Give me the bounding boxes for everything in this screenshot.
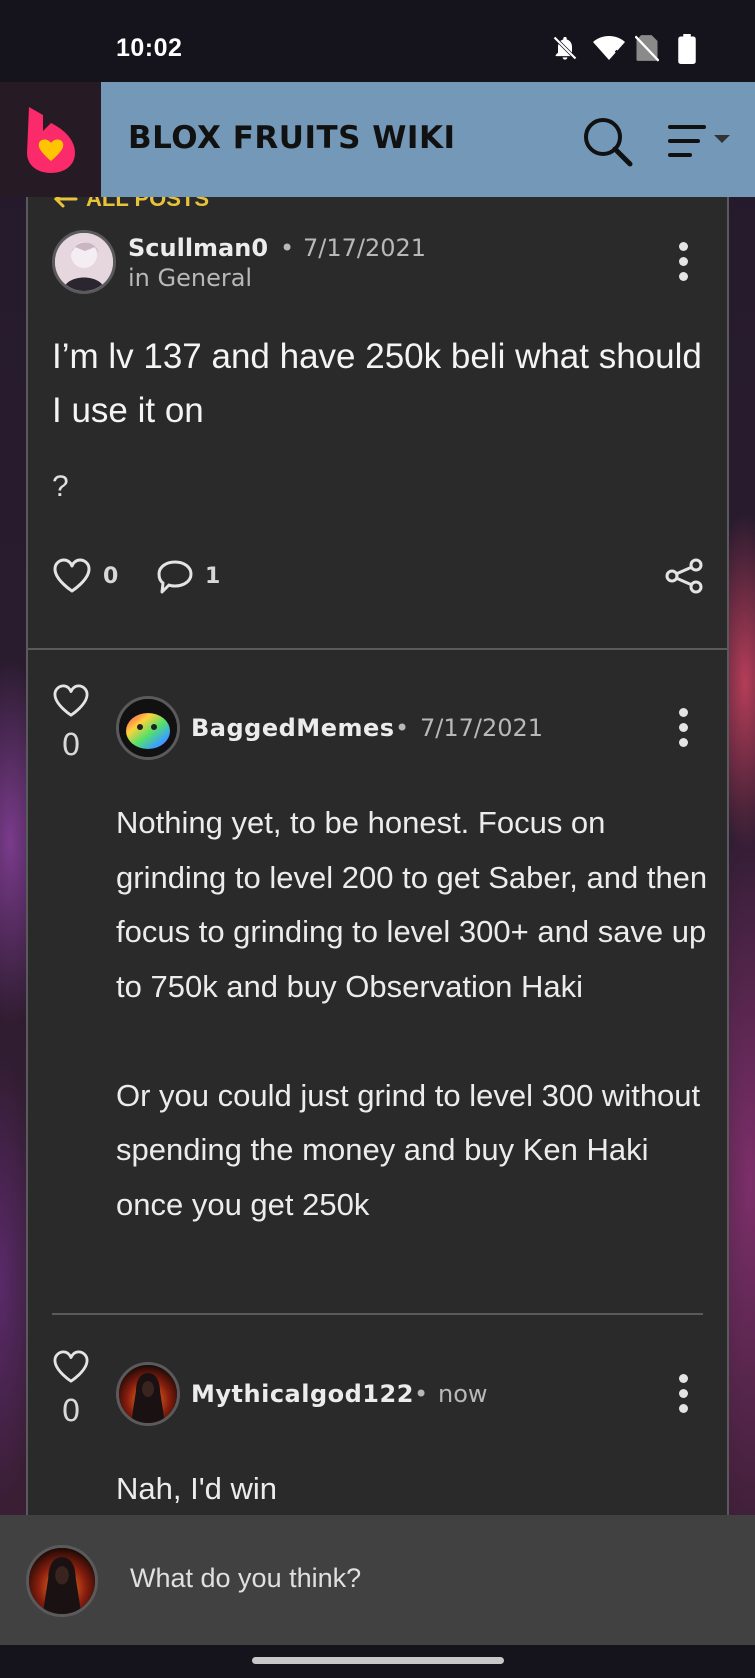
reply-vote-count: 0 — [61, 728, 81, 763]
reply-author[interactable]: Mythicalgod122 — [191, 1380, 414, 1408]
avatar[interactable] — [116, 696, 180, 760]
reply-author[interactable]: BaggedMemes — [191, 714, 395, 742]
post-date: 7/17/2021 — [303, 234, 427, 262]
avatar[interactable] — [52, 230, 116, 294]
meta-separator: • — [280, 234, 295, 262]
meta-separator: • — [395, 714, 410, 742]
reply-heart-icon[interactable] — [52, 684, 90, 722]
home-gesture-handle[interactable] — [252, 1657, 504, 1664]
status-icons — [551, 34, 705, 64]
reply-text: Nah, I'd win — [116, 1471, 277, 1506]
share-icon[interactable] — [664, 558, 704, 598]
wiki-title[interactable]: BLOX FRUITS WIKI — [128, 120, 456, 156]
avatar[interactable] — [116, 1362, 180, 1426]
avatar — [26, 1545, 98, 1617]
reply-vote-count: 0 — [61, 1394, 81, 1429]
fandom-logo[interactable] — [0, 82, 101, 197]
post-title: I’m lv 137 and have 250k beli what shoul… — [52, 337, 702, 430]
battery-icon — [677, 34, 705, 64]
reply-text: Nothing yet, to be honest. Focus on grin… — [116, 805, 708, 1222]
more-options-icon[interactable] — [676, 242, 690, 286]
menu-icon[interactable] — [666, 120, 736, 164]
post-author[interactable]: Scullman0 — [128, 234, 268, 262]
search-icon[interactable] — [582, 116, 634, 168]
wifi-icon — [593, 34, 625, 62]
reply-divider — [52, 1313, 703, 1315]
meta-separator: • — [414, 1380, 429, 1408]
post-body: ? — [52, 470, 69, 503]
fandom-logo-icon — [26, 106, 75, 173]
comment-composer[interactable]: What do you think? — [0, 1515, 755, 1645]
post-divider — [26, 648, 729, 650]
comment-count: 1 — [205, 564, 221, 589]
bell-off-icon — [551, 34, 579, 62]
more-options-icon[interactable] — [676, 708, 690, 752]
heart-icon[interactable] — [52, 558, 92, 598]
reply-heart-icon[interactable] — [52, 1350, 90, 1388]
status-time: 10:02 — [116, 34, 183, 62]
comment-icon[interactable] — [156, 558, 194, 600]
reply-date: now — [438, 1380, 488, 1408]
comment-input[interactable]: What do you think? — [130, 1563, 361, 1594]
wiki-header: BLOX FRUITS WIKI — [0, 82, 755, 197]
more-options-icon[interactable] — [676, 1374, 690, 1418]
status-bar: 10:02 — [0, 0, 755, 82]
reply-date: 7/17/2021 — [420, 714, 544, 742]
no-sim-icon — [634, 34, 663, 62]
system-nav-bar — [0, 1645, 755, 1678]
like-count: 0 — [103, 564, 119, 589]
post-category[interactable]: in General — [128, 264, 252, 292]
